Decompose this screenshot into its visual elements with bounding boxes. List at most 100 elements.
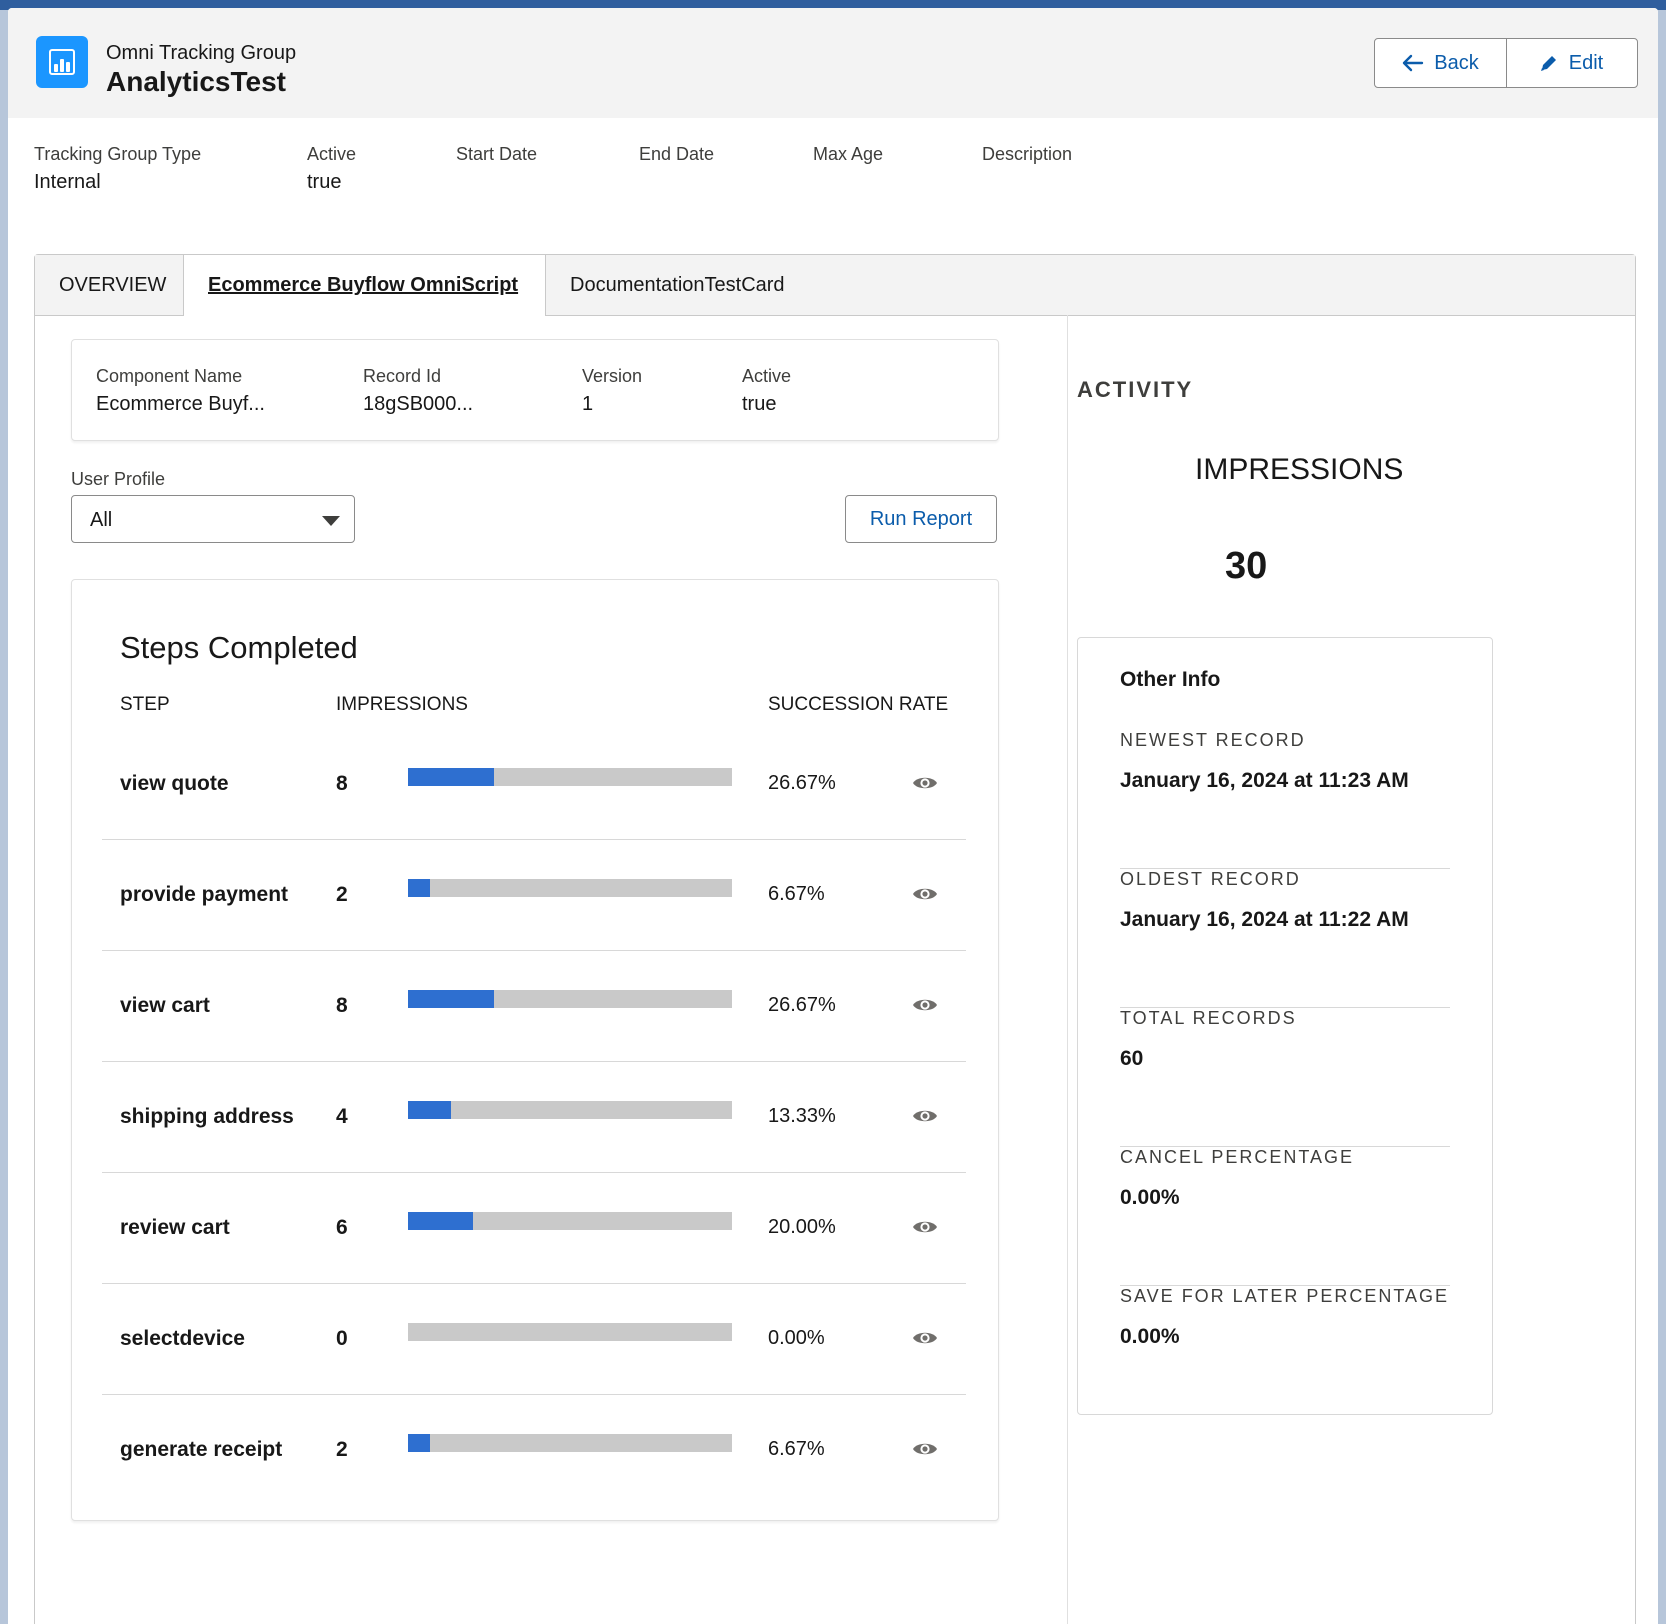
run-report-button[interactable]: Run Report: [845, 495, 997, 543]
object-label: Omni Tracking Group: [106, 42, 297, 64]
step-row: provide payment 2 6.67%: [102, 841, 966, 951]
oldest-record: OLDEST RECORD January 16, 2024 at 11:22 …: [1120, 869, 1450, 1008]
back-button-label: Back: [1434, 51, 1479, 74]
newest-record: NEWEST RECORD January 16, 2024 at 11:23 …: [1120, 730, 1450, 869]
step-name: view cart: [120, 994, 210, 1017]
steps-completed-card: Steps Completed STEP IMPRESSIONS SUCCESS…: [71, 579, 999, 1521]
field-active: Active true: [307, 144, 356, 194]
cancel-percentage: CANCEL PERCENTAGE 0.00%: [1120, 1147, 1450, 1286]
column-header-rate: SUCCESSION RATE: [768, 694, 949, 715]
user-profile-label: User Profile: [71, 469, 166, 489]
step-row: view quote 8 26.67%: [102, 730, 966, 840]
other-info-card: Other Info NEWEST RECORD January 16, 202…: [1077, 637, 1493, 1415]
arrow-left-icon: [1403, 54, 1424, 72]
eye-icon[interactable]: [912, 1440, 938, 1458]
row-divider: [102, 1394, 966, 1395]
progress-fill: [408, 768, 495, 786]
tab-bar: OVERVIEW Ecommerce Buyflow OmniScript Do…: [35, 255, 1635, 316]
component-summary-card: Component Name Ecommerce Buyf... Record …: [71, 339, 999, 441]
step-succession-rate: 6.67%: [768, 883, 825, 905]
step-row: shipping address 4 13.33%: [102, 1063, 966, 1173]
info-value: January 16, 2024 at 11:22 AM: [1120, 908, 1409, 931]
user-profile-value: All: [90, 509, 113, 531]
step-succession-rate: 6.67%: [768, 1438, 825, 1460]
tab-documentation-test-card[interactable]: DocumentationTestCard: [546, 255, 806, 315]
progress-fill: [408, 1101, 452, 1119]
info-value: 0.00%: [1120, 1186, 1180, 1209]
info-label: NEWEST RECORD: [1120, 730, 1306, 750]
user-profile-select[interactable]: All: [71, 495, 355, 543]
header-button-group: Back Edit: [1374, 38, 1638, 88]
impressions-label: IMPRESSIONS: [1195, 453, 1404, 486]
step-name: shipping address: [120, 1105, 294, 1128]
eye-icon[interactable]: [912, 885, 938, 903]
step-name: selectdevice: [120, 1327, 245, 1350]
field-description: Description: [982, 144, 1072, 171]
progress-bar: [408, 768, 732, 786]
edit-button-label: Edit: [1568, 51, 1604, 74]
step-impressions: 6: [336, 1216, 348, 1239]
chart-icon: [36, 36, 88, 88]
field-value: 1: [582, 393, 594, 415]
column-divider: [1067, 315, 1068, 1624]
activity-heading: ACTIVITY: [1077, 377, 1194, 402]
info-label: OLDEST RECORD: [1120, 869, 1301, 889]
field-value: true: [742, 393, 777, 415]
progress-bar: [408, 1434, 732, 1452]
progress-bar: [408, 1323, 732, 1341]
tabset: OVERVIEW Ecommerce Buyflow OmniScript Do…: [34, 254, 1636, 1624]
pencil-icon: [1540, 56, 1556, 71]
progress-bar: [408, 1212, 732, 1230]
progress-bar: [408, 990, 732, 1008]
progress-fill: [408, 990, 495, 1008]
field-label: Record Id: [363, 366, 442, 386]
edit-button[interactable]: Edit: [1507, 39, 1635, 87]
eye-icon[interactable]: [912, 996, 938, 1014]
field-label: End Date: [639, 144, 715, 164]
step-row: view cart 8 26.67%: [102, 952, 966, 1062]
field-value: 18gSB000...: [363, 393, 474, 415]
step-row: review cart 6 20.00%: [102, 1174, 966, 1284]
eye-icon[interactable]: [912, 774, 938, 792]
record-title: AnalyticsTest: [106, 66, 286, 97]
step-succession-rate: 26.67%: [768, 772, 836, 794]
row-divider: [102, 950, 966, 951]
total-records: TOTAL RECORDS 60: [1120, 1008, 1450, 1147]
column-header-step: STEP: [120, 694, 170, 715]
info-value: 60: [1120, 1047, 1144, 1070]
column-header-impressions: IMPRESSIONS: [336, 694, 468, 715]
field-tracking-group-type: Tracking Group Type Internal: [34, 144, 201, 194]
impressions-value: 30: [1225, 545, 1268, 587]
other-info-title: Other Info: [1120, 668, 1221, 691]
field-max-age: Max Age: [813, 144, 883, 171]
info-value: 0.00%: [1120, 1325, 1180, 1348]
back-button[interactable]: Back: [1375, 39, 1507, 87]
info-label: TOTAL RECORDS: [1120, 1008, 1297, 1028]
step-row: generate receipt 2 6.67%: [102, 1396, 966, 1506]
step-succession-rate: 26.67%: [768, 994, 836, 1016]
tab-overview[interactable]: OVERVIEW: [35, 255, 184, 315]
steps-title: Steps Completed: [120, 630, 358, 665]
eye-icon[interactable]: [912, 1329, 938, 1347]
version-field: Version 1: [582, 366, 642, 416]
field-end-date: End Date: [639, 144, 714, 171]
record-page: Omni Tracking Group AnalyticsTest Back E…: [8, 8, 1658, 1624]
component-active-field: Active true: [742, 366, 791, 416]
field-value: true: [307, 171, 342, 193]
eye-icon[interactable]: [912, 1107, 938, 1125]
field-value: Ecommerce Buyf...: [96, 393, 265, 415]
field-label: Version: [582, 366, 643, 386]
progress-fill: [408, 879, 430, 897]
step-impressions: 8: [336, 994, 348, 1017]
row-divider: [102, 1172, 966, 1173]
field-label: Description: [982, 144, 1073, 164]
tab-ecommerce-buyflow-omniscript[interactable]: Ecommerce Buyflow OmniScript: [183, 255, 546, 316]
eye-icon[interactable]: [912, 1218, 938, 1236]
step-impressions: 0: [336, 1327, 348, 1350]
field-label: Component Name: [96, 366, 243, 386]
step-succession-rate: 20.00%: [768, 1216, 836, 1238]
info-value: January 16, 2024 at 11:23 AM: [1120, 769, 1409, 792]
info-label: SAVE FOR LATER PERCENTAGE: [1120, 1286, 1450, 1306]
caret-down-icon: [322, 516, 340, 526]
step-succession-rate: 0.00%: [768, 1327, 825, 1349]
